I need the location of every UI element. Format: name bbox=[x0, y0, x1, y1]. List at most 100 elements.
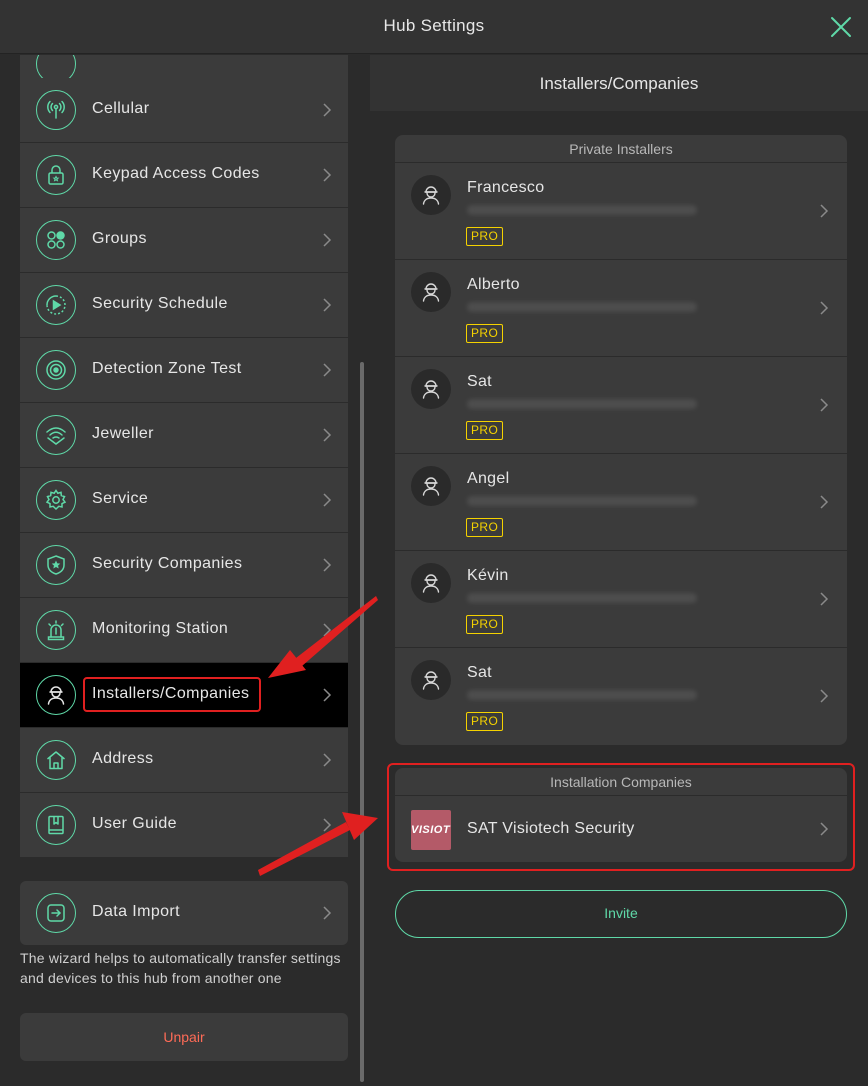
invite-button[interactable]: Invite bbox=[395, 890, 847, 938]
close-button[interactable] bbox=[828, 14, 854, 40]
installer-email-redacted bbox=[467, 399, 697, 409]
installer-name: Sat bbox=[467, 664, 492, 681]
annotation-highlight-box bbox=[83, 677, 261, 712]
installer-row[interactable]: Angel PRO bbox=[395, 454, 847, 551]
chevron-right-icon bbox=[322, 687, 332, 703]
chevron-right-icon bbox=[322, 817, 332, 833]
installer-row[interactable]: Francesco PRO bbox=[395, 163, 847, 260]
pro-badge: PRO bbox=[466, 421, 504, 440]
chevron-right-icon bbox=[322, 752, 332, 768]
installer-row[interactable]: Sat PRO bbox=[395, 357, 847, 454]
chevron-right-icon bbox=[819, 203, 829, 219]
installer-email-redacted bbox=[467, 690, 697, 700]
installer-name: Sat bbox=[467, 373, 492, 390]
data-import-button[interactable]: Data Import bbox=[20, 881, 348, 945]
private-installers-card: Private Installers Francesco PRO Alberto… bbox=[395, 135, 847, 745]
unpair-button[interactable]: Unpair bbox=[20, 1013, 348, 1061]
close-icon bbox=[831, 17, 851, 37]
chevron-right-icon bbox=[819, 494, 829, 510]
sidebar-item-label: Detection Zone Test bbox=[92, 360, 242, 377]
settings-sidebar: Cellular Keypad Access Codes Groups Secu… bbox=[0, 55, 370, 1086]
book-icon bbox=[36, 805, 76, 845]
installer-avatar-icon bbox=[411, 175, 451, 215]
sidebar-item-security-schedule[interactable]: Security Schedule bbox=[20, 273, 348, 337]
chevron-right-icon bbox=[819, 821, 829, 837]
house-icon bbox=[36, 740, 76, 780]
installer-icon bbox=[36, 675, 76, 715]
installer-name: Kévin bbox=[467, 567, 509, 584]
sidebar-scrollbar[interactable] bbox=[360, 362, 364, 1082]
pro-badge: PRO bbox=[466, 615, 504, 634]
sidebar-item-cellular[interactable]: Cellular bbox=[20, 78, 348, 142]
sidebar-item-label: Monitoring Station bbox=[92, 620, 229, 637]
sidebar-item-service[interactable]: Service bbox=[20, 468, 348, 532]
panel-title: Installers/Companies bbox=[539, 74, 699, 93]
installer-avatar-icon bbox=[411, 466, 451, 506]
sidebar-item-label: Cellular bbox=[92, 100, 150, 117]
installer-email-redacted bbox=[467, 205, 697, 215]
panel-header: Installers/Companies bbox=[370, 55, 868, 111]
company-row[interactable]: VISIOT SAT Visiotech Security bbox=[395, 796, 847, 862]
chevron-right-icon bbox=[322, 297, 332, 313]
chevron-right-icon bbox=[322, 622, 332, 638]
sidebar-item-security-companies[interactable]: Security Companies bbox=[20, 533, 348, 597]
sidebar-item-keypad-access-codes[interactable]: Keypad Access Codes bbox=[20, 143, 348, 207]
import-icon bbox=[36, 893, 76, 933]
chevron-right-icon bbox=[322, 905, 332, 921]
chevron-right-icon bbox=[322, 102, 332, 118]
siren-icon bbox=[36, 610, 76, 650]
sidebar-item-label: Service bbox=[92, 490, 149, 507]
installer-row[interactable]: Alberto PRO bbox=[395, 260, 847, 357]
sidebar-item-label: User Guide bbox=[92, 815, 177, 832]
sidebar-item-installers-companies[interactable]: Installers/Companies bbox=[20, 663, 348, 727]
installer-avatar-icon bbox=[411, 272, 451, 312]
window-title: Hub Settings bbox=[383, 16, 485, 35]
schedule-icon bbox=[36, 285, 76, 325]
sidebar-item-label: Keypad Access Codes bbox=[92, 165, 260, 182]
sidebar-item-monitoring-station[interactable]: Monitoring Station bbox=[20, 598, 348, 662]
installer-email-redacted bbox=[467, 302, 697, 312]
pro-badge: PRO bbox=[466, 324, 504, 343]
sidebar-item-detection-zone-test[interactable]: Detection Zone Test bbox=[20, 338, 348, 402]
chevron-right-icon bbox=[819, 397, 829, 413]
sidebar-item-address[interactable]: Address bbox=[20, 728, 348, 792]
chevron-right-icon bbox=[819, 300, 829, 316]
sidebar-item-user-guide[interactable]: User Guide bbox=[20, 793, 348, 857]
sidebar-item-label: Security Companies bbox=[92, 555, 243, 572]
chevron-right-icon bbox=[322, 362, 332, 378]
groups-icon bbox=[36, 220, 76, 260]
target-icon bbox=[36, 350, 76, 390]
chevron-right-icon bbox=[322, 492, 332, 508]
shield-star-icon bbox=[36, 545, 76, 585]
installer-row[interactable]: Sat PRO bbox=[395, 648, 847, 745]
section-title: Private Installers bbox=[395, 135, 847, 163]
sidebar-item-label: Jeweller bbox=[92, 425, 154, 442]
installer-avatar-icon bbox=[411, 660, 451, 700]
chevron-right-icon bbox=[322, 557, 332, 573]
installer-row[interactable]: Kévin PRO bbox=[395, 551, 847, 648]
sidebar-item-label: Groups bbox=[92, 230, 147, 247]
gear-icon bbox=[36, 480, 76, 520]
title-bar: Hub Settings bbox=[0, 0, 868, 54]
chevron-right-icon bbox=[819, 688, 829, 704]
data-import-label: Data Import bbox=[92, 903, 180, 920]
installer-name: Alberto bbox=[467, 276, 520, 293]
chevron-right-icon bbox=[819, 591, 829, 607]
installation-companies-card: Installation Companies VISIOT SAT Visiot… bbox=[395, 768, 847, 862]
installer-email-redacted bbox=[467, 593, 697, 603]
installer-avatar-icon bbox=[411, 369, 451, 409]
sidebar-item-jeweller[interactable]: Jeweller bbox=[20, 403, 348, 467]
chevron-right-icon bbox=[322, 427, 332, 443]
sidebar-item-groups[interactable]: Groups bbox=[20, 208, 348, 272]
section-title: Installation Companies bbox=[395, 768, 847, 796]
pro-badge: PRO bbox=[466, 712, 504, 731]
installer-name: Angel bbox=[467, 470, 510, 487]
pro-badge: PRO bbox=[466, 227, 504, 246]
sidebar-item-label: Security Schedule bbox=[92, 295, 228, 312]
pro-badge: PRO bbox=[466, 518, 504, 537]
sidebar-item-label: Address bbox=[92, 750, 154, 767]
installer-name: Francesco bbox=[467, 179, 545, 196]
installers-companies-panel: Installers/Companies Private Installers … bbox=[370, 55, 868, 1086]
cellular-antenna-icon bbox=[36, 90, 76, 130]
wifi-shield-icon bbox=[36, 415, 76, 455]
